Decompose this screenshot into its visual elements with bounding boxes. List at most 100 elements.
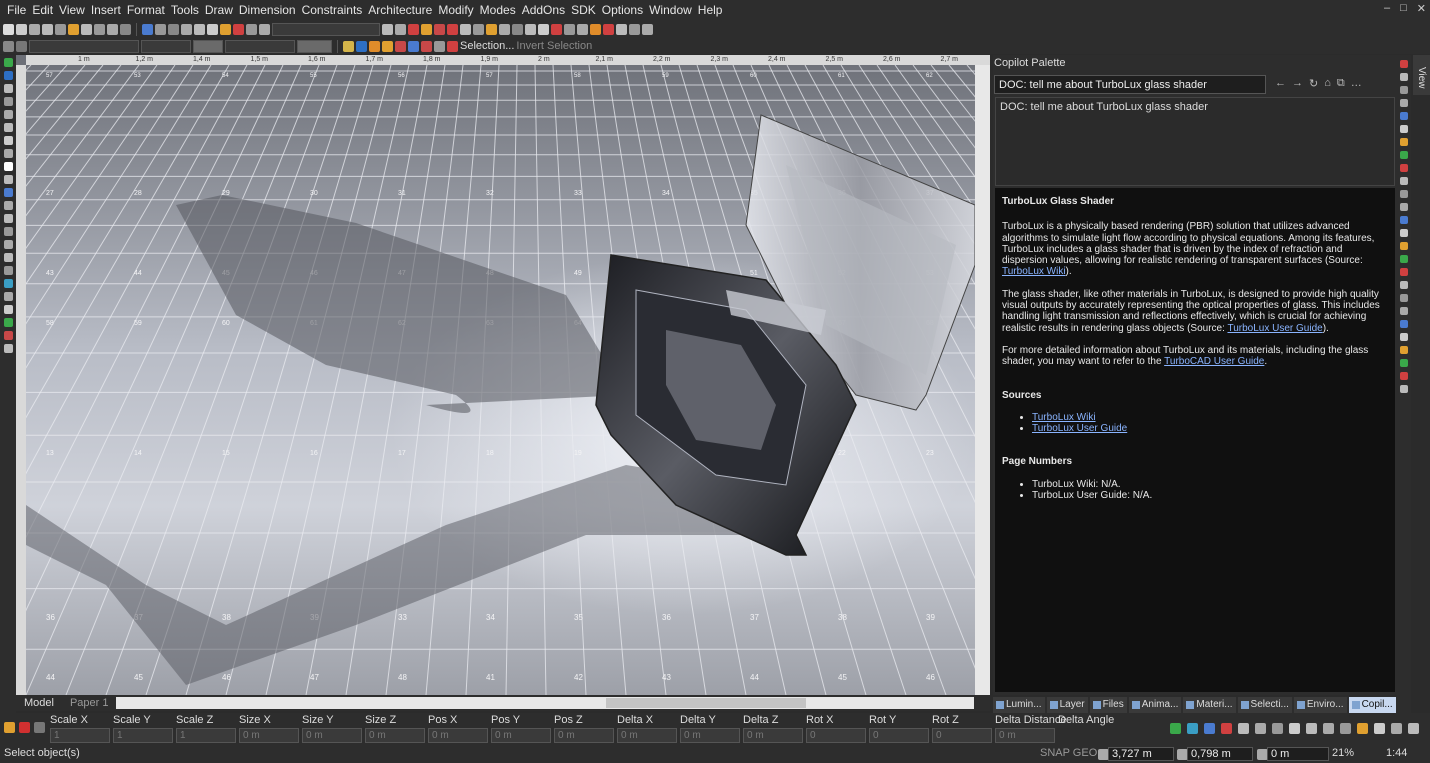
menu-edit[interactable]: Edit (29, 0, 56, 20)
palette-tool-icon[interactable] (1400, 359, 1408, 367)
palette-tool-icon[interactable] (1400, 203, 1408, 211)
tool-icon[interactable] (564, 23, 575, 35)
tool-icon[interactable] (525, 23, 536, 35)
misc-icon[interactable] (3, 344, 13, 353)
transform-tool-icon[interactable] (1221, 723, 1232, 734)
eye-icon[interactable] (434, 40, 445, 52)
render-view[interactable]: 5753545556575859606162272829303132333435… (26, 65, 975, 695)
palette-tool-icon[interactable] (1400, 229, 1408, 237)
link-turbolux-wiki[interactable]: TurboLux Wiki (1002, 266, 1066, 277)
inspector-field[interactable]: 0 m (743, 728, 803, 743)
viewport[interactable]: 1 m 1,2 m 1,4 m 1,5 m 1,6 m 1,7 m 1,8 m 1,9 m 2 … (16, 55, 990, 695)
zoom-in-icon[interactable] (155, 23, 166, 35)
inspector-field[interactable]: 1 (113, 728, 173, 743)
inspector-field[interactable]: 0 m (428, 728, 488, 743)
menu-addons[interactable]: AddOns (519, 0, 568, 20)
tool-icon[interactable] (590, 23, 601, 35)
view-combo[interactable] (272, 22, 380, 36)
palette-tool-icon[interactable] (1400, 177, 1408, 185)
menu-view[interactable]: View (56, 0, 88, 20)
copy-icon[interactable]: ⧉ (1337, 77, 1345, 90)
block-icon[interactable] (3, 201, 13, 210)
close-button[interactable]: ✕ (1417, 2, 1426, 15)
tool-icon[interactable] (408, 23, 419, 35)
chamfer-icon[interactable] (3, 266, 13, 275)
cancel-icon[interactable] (19, 722, 30, 733)
pan-icon[interactable] (181, 23, 192, 35)
palette-tab[interactable]: Enviro... (1293, 697, 1347, 713)
layer-icon[interactable] (246, 23, 257, 35)
transform-tool-icon[interactable] (1374, 723, 1385, 734)
palette-tool-icon[interactable] (1400, 73, 1408, 81)
tool-icon[interactable] (486, 23, 497, 35)
tool-icon[interactable] (538, 23, 549, 35)
arc-icon[interactable] (3, 136, 13, 145)
tab-paper-1[interactable]: Paper 1 (62, 695, 117, 711)
circle-icon[interactable] (3, 123, 13, 132)
save-icon[interactable] (29, 23, 40, 35)
palette-tool-icon[interactable] (1400, 242, 1408, 250)
menu-format[interactable]: Format (124, 0, 168, 20)
tool-icon[interactable] (473, 23, 484, 35)
gear-icon[interactable] (3, 279, 13, 288)
palette-tab[interactable]: Materi... (1183, 697, 1236, 713)
tool-icon[interactable] (512, 23, 523, 35)
light-icon[interactable] (3, 331, 13, 340)
link-turbocad-user-guide[interactable]: TurboCAD User Guide (1164, 356, 1264, 367)
print-icon[interactable] (42, 23, 53, 35)
render-icon[interactable] (3, 305, 13, 314)
palette-tool-icon[interactable] (1400, 99, 1408, 107)
inspector-field[interactable]: 0 m (302, 728, 362, 743)
refresh-icon[interactable]: ↻ (1309, 77, 1318, 90)
move-icon[interactable] (369, 40, 380, 52)
undo-icon[interactable] (107, 23, 118, 35)
transform-tool-icon[interactable] (1170, 723, 1181, 734)
inspector-field[interactable]: 0 (932, 728, 992, 743)
open-icon[interactable] (16, 23, 27, 35)
transform-tool-icon[interactable] (1357, 723, 1368, 734)
palette-tool-icon[interactable] (1400, 307, 1408, 315)
tab-model[interactable]: Model (16, 695, 62, 711)
palette-tool-icon[interactable] (1400, 112, 1408, 120)
y-coord-field[interactable]: 0,798 m (1187, 747, 1253, 761)
palette-tab[interactable]: Layer (1046, 697, 1088, 713)
forward-icon[interactable]: → (1292, 77, 1303, 90)
menu-architecture[interactable]: Architecture (365, 0, 435, 20)
swatch-icon[interactable] (16, 40, 27, 52)
palette-tool-icon[interactable] (1400, 268, 1408, 276)
tool-icon[interactable] (551, 23, 562, 35)
palette-tool-icon[interactable] (1400, 281, 1408, 289)
palette-tool-icon[interactable] (1400, 190, 1408, 198)
inspector-field[interactable]: 0 m (491, 728, 551, 743)
palette-tab[interactable]: Lumin... (993, 697, 1045, 713)
palette-tool-icon[interactable] (1400, 60, 1408, 68)
copilot-query-input[interactable]: DOC: tell me about TurboLux glass shader (994, 75, 1266, 94)
inspector-field[interactable]: 0 m (239, 728, 299, 743)
palette-tool-icon[interactable] (1400, 151, 1408, 159)
fillet-icon[interactable] (3, 253, 13, 262)
transform-tool-icon[interactable] (1306, 723, 1317, 734)
palette-tool-icon[interactable] (1400, 320, 1408, 328)
menu-window[interactable]: Window (646, 0, 695, 20)
x-coord-field[interactable]: 3,727 m (1108, 747, 1174, 761)
back-icon[interactable]: ← (1275, 77, 1286, 90)
palette-tool-icon[interactable] (1400, 138, 1408, 146)
zoom-extents-icon[interactable] (207, 23, 218, 35)
delete-icon[interactable] (233, 23, 244, 35)
inspector-field[interactable]: 0 m (617, 728, 677, 743)
more-icon[interactable]: … (1351, 77, 1362, 90)
select-mode-icon[interactable] (356, 40, 367, 52)
menu-help[interactable]: Help (695, 0, 726, 20)
transform-tool-icon[interactable] (1255, 723, 1266, 734)
transform-tool-icon[interactable] (1204, 723, 1215, 734)
tool-icon[interactable] (382, 23, 393, 35)
inspector-field[interactable]: 1 (50, 728, 110, 743)
tool-icon[interactable] (421, 23, 432, 35)
properties-icon[interactable] (259, 23, 270, 35)
color-combo[interactable] (141, 39, 191, 53)
inspector-field[interactable]: 0 (869, 728, 929, 743)
palette-tool-icon[interactable] (1400, 333, 1408, 341)
palette-tool-icon[interactable] (1400, 164, 1408, 172)
palette-tab[interactable]: Files (1089, 697, 1127, 713)
palette-tool-icon[interactable] (1400, 86, 1408, 94)
